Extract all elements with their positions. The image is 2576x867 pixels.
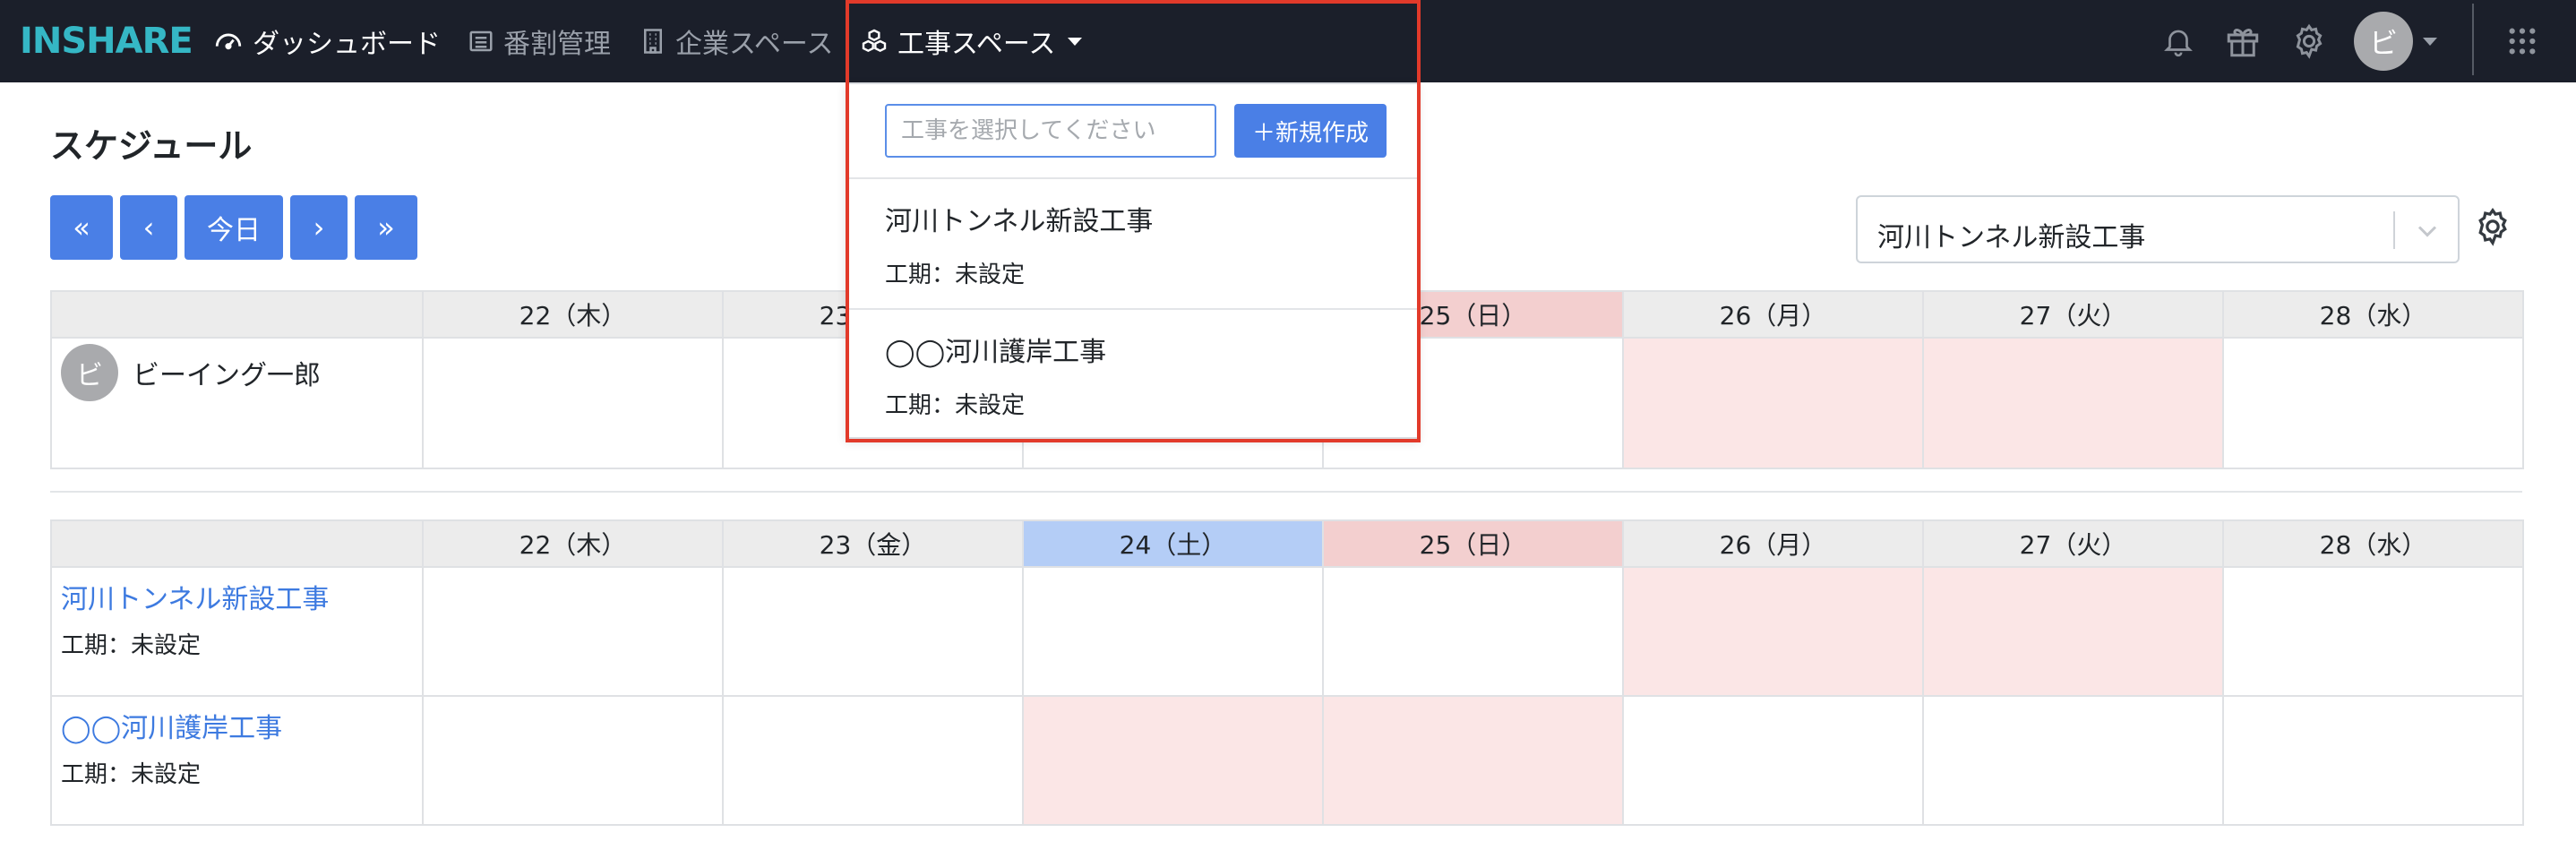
top-navbar: INSHARE ダッシュボード 番割管理 企業スペース 工事スペース ビ xyxy=(0,0,2576,82)
dropdown-item-name: 河川トンネル新設工事 xyxy=(885,206,1154,237)
nav-dashboard[interactable]: ダッシュボード xyxy=(213,0,441,82)
navbar-divider xyxy=(2472,4,2474,75)
nav-company-space[interactable]: 企業スペース xyxy=(640,0,833,82)
project-period: 工期：未設定 xyxy=(61,761,202,788)
day-header: 22（木） xyxy=(422,290,724,339)
gear-icon[interactable] xyxy=(2472,206,2513,247)
schedule-cell[interactable] xyxy=(1022,566,1324,697)
project-link[interactable]: ◯◯河川護岸工事 xyxy=(61,706,282,745)
schedule-cell[interactable] xyxy=(1622,566,1924,697)
dropdown-item-period: 工期：未設定 xyxy=(885,392,1026,419)
new-construction-button[interactable]: ＋新規作成 xyxy=(1234,104,1387,158)
dropdown-item-period: 工期：未設定 xyxy=(885,262,1026,288)
day-header: 23（金） xyxy=(722,519,1024,568)
schedule-cell[interactable] xyxy=(1922,566,2224,697)
chevron-down-icon[interactable] xyxy=(2411,215,2443,247)
day-header: 22（木） xyxy=(422,519,724,568)
schedule-cell[interactable] xyxy=(2222,566,2524,697)
nav-construction-space-label: 工事スペース xyxy=(897,29,1056,60)
table-row: 河川トンネル新設工事 工期：未設定 xyxy=(50,566,2524,697)
dropdown-item-name: ◯◯河川護岸工事 xyxy=(885,337,1107,368)
construction-search-input[interactable] xyxy=(885,104,1216,158)
schedule-cell[interactable] xyxy=(722,695,1024,826)
select-separator xyxy=(2393,211,2395,249)
day-header: 27（火） xyxy=(1922,290,2224,339)
member-info: ビ ビーイング一郎 xyxy=(61,344,321,401)
project-schedule-table: 22（木） 23（金） 24（土） 25（日） 26（月） 27（火） 28（水… xyxy=(50,519,2524,826)
day-header: 25（日） xyxy=(1322,519,1624,568)
avatar: ビ xyxy=(61,344,118,401)
gear-icon[interactable] xyxy=(2286,18,2332,64)
schedule-cell[interactable] xyxy=(2222,695,2524,826)
speedometer-icon xyxy=(215,33,242,50)
chevron-down-icon xyxy=(1068,37,1083,46)
schedule-cell[interactable] xyxy=(1922,337,2224,469)
schedule-cell[interactable] xyxy=(2222,337,2524,469)
header-corner xyxy=(50,290,424,339)
schedule-cell[interactable] xyxy=(1622,337,1924,469)
project-info: 河川トンネル新設工事 工期：未設定 xyxy=(61,577,329,660)
dropdown-divider xyxy=(847,177,1417,179)
table-header-row: 22（木） 23（金） 24（土） 25（日） 26（月） 27（火） 28（水… xyxy=(50,519,2524,568)
schedule-cell[interactable] xyxy=(422,566,724,697)
schedule-cell[interactable] xyxy=(1022,695,1324,826)
last-page-button[interactable]: » xyxy=(355,195,417,260)
day-header: 28（水） xyxy=(2222,519,2524,568)
nav-dashboard-label: ダッシュボード xyxy=(253,29,441,60)
brand-logo[interactable]: INSHARE xyxy=(20,18,193,64)
chevron-down-icon[interactable] xyxy=(2423,38,2437,46)
construction-space-dropdown: ＋新規作成 河川トンネル新設工事 工期：未設定 ◯◯河川護岸工事 工期：未設定 xyxy=(846,82,1419,439)
section-divider xyxy=(50,491,2522,493)
day-header: 26（月） xyxy=(1622,290,1924,339)
apps-grid-icon[interactable] xyxy=(2499,18,2546,64)
list-icon xyxy=(469,30,493,52)
user-avatar[interactable]: ビ xyxy=(2354,12,2413,71)
nav-construction-space[interactable]: 工事スペース xyxy=(860,0,1083,82)
bell-icon[interactable] xyxy=(2155,18,2202,64)
boxes-icon xyxy=(862,29,887,53)
dropdown-item[interactable]: ◯◯河川護岸工事 工期：未設定 xyxy=(885,330,1106,420)
dropdown-divider xyxy=(847,308,1417,310)
nav-numbering[interactable]: 番割管理 xyxy=(468,0,611,82)
first-page-button[interactable]: « xyxy=(50,195,113,260)
project-cell: ◯◯河川護岸工事 工期：未設定 xyxy=(50,695,424,826)
schedule-cell[interactable] xyxy=(422,695,724,826)
project-cell: 河川トンネル新設工事 工期：未設定 xyxy=(50,566,424,697)
schedule-cell[interactable] xyxy=(422,337,724,469)
day-header: 26（月） xyxy=(1622,519,1924,568)
project-select[interactable]: 河川トンネル新設工事 xyxy=(1856,195,2460,263)
day-header: 24（土） xyxy=(1022,519,1324,568)
member-cell: ビ ビーイング一郎 xyxy=(50,337,424,469)
project-select-value: 河川トンネル新設工事 xyxy=(1877,222,2146,253)
project-period: 工期：未設定 xyxy=(61,632,202,659)
schedule-cell[interactable] xyxy=(1322,695,1624,826)
building-icon xyxy=(644,29,662,54)
day-header: 28（水） xyxy=(2222,290,2524,339)
member-name: ビーイング一郎 xyxy=(133,360,321,391)
gift-icon[interactable] xyxy=(2220,18,2266,64)
next-button[interactable]: › xyxy=(290,195,348,260)
project-info: ◯◯河川護岸工事 工期：未設定 xyxy=(61,706,282,789)
dropdown-item[interactable]: 河川トンネル新設工事 工期：未設定 xyxy=(885,199,1153,289)
day-header: 27（火） xyxy=(1922,519,2224,568)
today-button[interactable]: 今日 xyxy=(185,195,283,260)
schedule-cell[interactable] xyxy=(1322,566,1624,697)
schedule-cell[interactable] xyxy=(1622,695,1924,826)
table-row: ◯◯河川護岸工事 工期：未設定 xyxy=(50,695,2524,826)
prev-button[interactable]: ‹ xyxy=(120,195,177,260)
schedule-cell[interactable] xyxy=(722,566,1024,697)
schedule-cell[interactable] xyxy=(1922,695,2224,826)
nav-numbering-label: 番割管理 xyxy=(503,29,611,60)
page-title: スケジュール xyxy=(50,126,253,166)
header-corner xyxy=(50,519,424,568)
project-link[interactable]: 河川トンネル新設工事 xyxy=(61,577,329,616)
nav-company-space-label: 企業スペース xyxy=(675,29,834,60)
